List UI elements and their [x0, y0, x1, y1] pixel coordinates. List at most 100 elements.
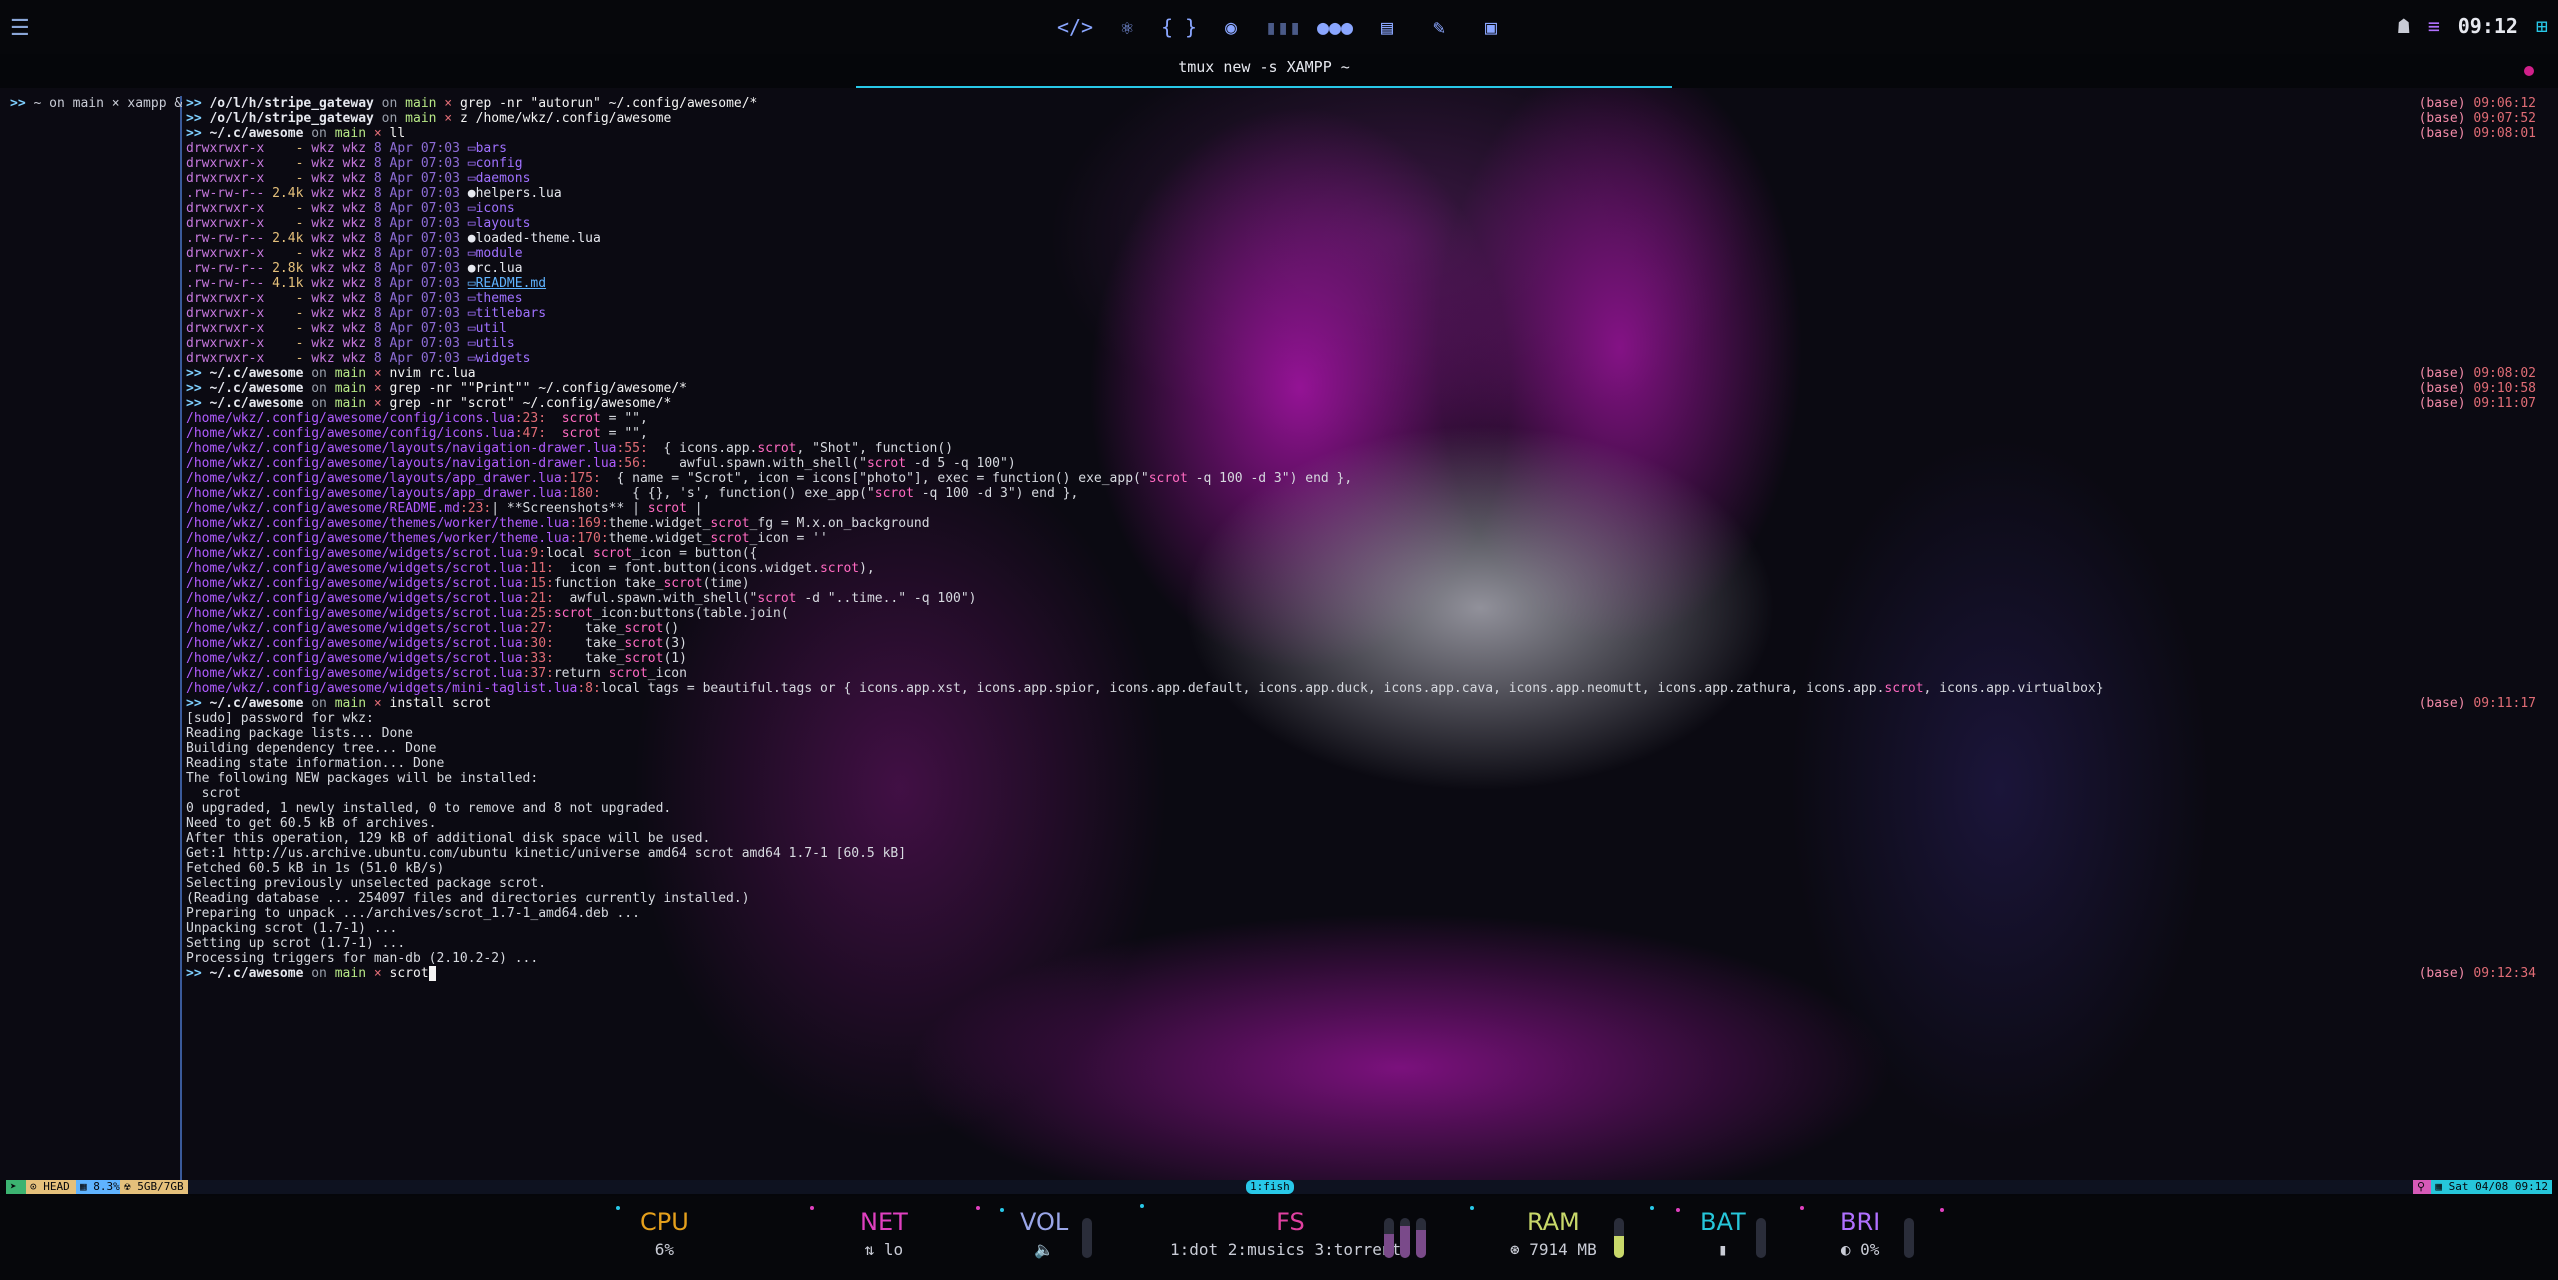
- output-line: Fetched 60.5 kB in 1s (51.0 kB/s): [186, 861, 445, 876]
- grep-result: /home/wkz/.config/awesome/widgets/scrot.…: [186, 606, 789, 621]
- decor-dot: [810, 1206, 814, 1210]
- web-icon[interactable]: ◉: [1211, 10, 1251, 44]
- filter-icon[interactable]: ≡: [2428, 14, 2440, 38]
- bat-widget[interactable]: BAT ▮: [1700, 1208, 1746, 1259]
- braces-icon[interactable]: { }: [1159, 10, 1199, 44]
- output-line: Selecting previously unselected package …: [186, 876, 547, 891]
- fs-level-bar: [1416, 1218, 1426, 1258]
- screen-icon[interactable]: ▣: [1471, 10, 1511, 44]
- ls-entry: drwxrwxr-x - wkz wkz 8 Apr 07:03 ▭config: [186, 156, 523, 171]
- prompt-line: >> ~/.c/awesome on main × grep -nr "scro…: [186, 396, 2536, 411]
- prompt-timestamp: (base) 09:08:01: [2418, 126, 2536, 141]
- ls-entry: drwxrwxr-x - wkz wkz 8 Apr 07:03 ▭layout…: [186, 216, 531, 231]
- output-line: Setting up scrot (1.7-1) ...: [186, 936, 406, 951]
- layout-icon[interactable]: ⊞: [2536, 14, 2548, 38]
- ls-entry: drwxrwxr-x - wkz wkz 8 Apr 07:03 ▭icons: [186, 201, 515, 216]
- code-icon[interactable]: </>: [1055, 10, 1095, 44]
- left-terminal-pane[interactable]: >> ~ on main × xampp &: [10, 96, 182, 1180]
- react-icon[interactable]: ⚛: [1107, 10, 1147, 44]
- output-line: (Reading database ... 254097 files and d…: [186, 891, 750, 906]
- grep-result: /home/wkz/.config/awesome/layouts/naviga…: [186, 441, 954, 456]
- rocket-icon: ➤: [6, 1180, 28, 1194]
- ls-entry: drwxrwxr-x - wkz wkz 8 Apr 07:03 ▭util: [186, 321, 507, 336]
- output-line: The following NEW packages will be insta…: [186, 771, 539, 786]
- chat-icon[interactable]: ●●●: [1315, 10, 1355, 44]
- output-line: 0 upgraded, 1 newly installed, 0 to remo…: [186, 801, 672, 816]
- ls-entry: .rw-rw-r-- 4.1k wkz wkz 8 Apr 07:03 ▭REA…: [186, 276, 547, 291]
- prompt-timestamp: (base) 09:11:17: [2418, 696, 2536, 711]
- paint-icon[interactable]: ✎: [1419, 10, 1459, 44]
- bat-level-bar: [1756, 1218, 1766, 1258]
- vol-label: VOL: [1020, 1208, 1069, 1236]
- ls-entry: drwxrwxr-x - wkz wkz 8 Apr 07:03 ▭themes: [186, 291, 523, 306]
- prompt-timestamp: (base) 09:12:34: [2418, 966, 2536, 981]
- grep-result: /home/wkz/.config/awesome/widgets/scrot.…: [186, 666, 687, 681]
- grep-result: /home/wkz/.config/awesome/layouts/app_dr…: [186, 471, 1353, 486]
- cpu-widget[interactable]: CPU 6%: [640, 1208, 689, 1259]
- bottom-widgets: CPU 6% NET ⇅ lo VOL 🔈 FS 1:dot 2:musics 3:torre…: [0, 1196, 2558, 1280]
- grep-result: /home/wkz/.config/awesome/widgets/mini-t…: [186, 681, 2104, 696]
- fs-widget[interactable]: FS 1:dot 2:musics 3:torrents: [1170, 1208, 1411, 1259]
- window-title-text: tmux new -s XAMPP ~: [1178, 58, 1350, 76]
- grep-result: /home/wkz/.config/awesome/widgets/scrot.…: [186, 546, 758, 561]
- tmux-status-bar: ➤ ⊙ HEAD ⎇ ▦ 8.3% ☢ 5GB/7GB 1:fish ⚲ ⚡ ▲…: [6, 1180, 2552, 1194]
- ram-value: ⊛ 7914 MB: [1510, 1240, 1597, 1259]
- ls-entry: drwxrwxr-x - wkz wkz 8 Apr 07:03 ▭bars: [186, 141, 507, 156]
- bri-widget[interactable]: BRI ◐ 0%: [1840, 1208, 1880, 1259]
- bri-level-bar: [1904, 1218, 1914, 1258]
- cpu-value: 6%: [654, 1240, 675, 1259]
- output-line: Need to get 60.5 kB of archives.: [186, 816, 437, 831]
- grep-result: /home/wkz/.config/awesome/themes/worker/…: [186, 531, 828, 546]
- vol-value: 🔈: [1034, 1240, 1055, 1259]
- prompt-timestamp: (base) 09:11:07: [2418, 396, 2536, 411]
- vol-widget[interactable]: VOL 🔈: [1020, 1208, 1068, 1259]
- ls-entry: drwxrwxr-x - wkz wkz 8 Apr 07:03 ▭module: [186, 246, 523, 261]
- net-label: NET: [860, 1208, 908, 1236]
- vol-level-bar: [1082, 1218, 1092, 1258]
- status-dot: [2524, 66, 2534, 76]
- ls-entry: .rw-rw-r-- 2.8k wkz wkz 8 Apr 07:03 ●rc.…: [186, 261, 523, 276]
- grep-result: /home/wkz/.config/awesome/layouts/app_dr…: [186, 486, 1079, 501]
- prompt-timestamp: (base) 09:07:52: [2418, 111, 2536, 126]
- cpu-label: CPU: [640, 1208, 689, 1236]
- output-line: Unpacking scrot (1.7-1) ...: [186, 921, 398, 936]
- fs-level-bar: [1400, 1218, 1410, 1258]
- grep-result: /home/wkz/.config/awesome/widgets/scrot.…: [186, 576, 750, 591]
- output-line: Building dependency tree... Done: [186, 741, 437, 756]
- prompt-line: >> ~/.c/awesome on main × grep -nr ""Pri…: [186, 381, 2536, 396]
- net-widget[interactable]: NET ⇅ lo: [860, 1208, 908, 1259]
- decor-dot: [1940, 1208, 1944, 1212]
- decor-dot: [1800, 1206, 1804, 1210]
- prompt-line: >> ~/.c/awesome on main × ll (base) 09:08…: [186, 126, 2536, 141]
- fs-level-bar: [1384, 1218, 1394, 1258]
- ghost-icon[interactable]: ☗: [2398, 14, 2410, 38]
- output-line: Processing triggers for man-db (2.10.2-2…: [186, 951, 539, 966]
- grep-result: /home/wkz/.config/awesome/layouts/naviga…: [186, 456, 1016, 471]
- grep-result: /home/wkz/.config/awesome/config/icons.l…: [186, 411, 648, 426]
- prompt-line: >> ~/.c/awesome on main × scrot (base) 0…: [186, 966, 2536, 981]
- fs-value: 1:dot 2:musics 3:torrents: [1170, 1240, 1411, 1259]
- output-line: Preparing to unpack .../archives/scrot_1…: [186, 906, 640, 921]
- menu-icon[interactable]: ☰: [10, 16, 30, 41]
- main-terminal-pane[interactable]: >> /o/l/h/stripe_gateway on main × grep …: [186, 96, 2546, 1180]
- grep-result: /home/wkz/.config/awesome/widgets/scrot.…: [186, 636, 687, 651]
- bri-value: ◐ 0%: [1840, 1240, 1880, 1259]
- bat-value: ▮: [1718, 1240, 1728, 1259]
- audio-icon[interactable]: ▮▮▮: [1263, 10, 1303, 44]
- decor-dot: [616, 1206, 620, 1210]
- decor-dot: [1676, 1208, 1680, 1212]
- decor-dot: [1470, 1206, 1474, 1210]
- prompt-timestamp: (base) 09:08:02: [2418, 366, 2536, 381]
- window-title: tmux new -s XAMPP ~: [856, 58, 2534, 88]
- ram-widget[interactable]: RAM ⊛ 7914 MB: [1510, 1208, 1597, 1259]
- clock: 09:12: [2457, 14, 2518, 38]
- tmux-window[interactable]: 1:fish: [1246, 1180, 1294, 1194]
- date-status: ▦ Sat 04/08 09:12: [2431, 1180, 2552, 1194]
- ls-entry: drwxrwxr-x - wkz wkz 8 Apr 07:03 ▭widget…: [186, 351, 531, 366]
- output-line: Get:1 http://us.archive.ubuntu.com/ubunt…: [186, 846, 907, 861]
- document-icon[interactable]: ▤: [1367, 10, 1407, 44]
- grep-result: /home/wkz/.config/awesome/README.md:23:|…: [186, 501, 703, 516]
- prompt-timestamp: (base) 09:06:12: [2418, 96, 2536, 111]
- decor-dot: [1650, 1206, 1654, 1210]
- output-line: Reading package lists... Done: [186, 726, 413, 741]
